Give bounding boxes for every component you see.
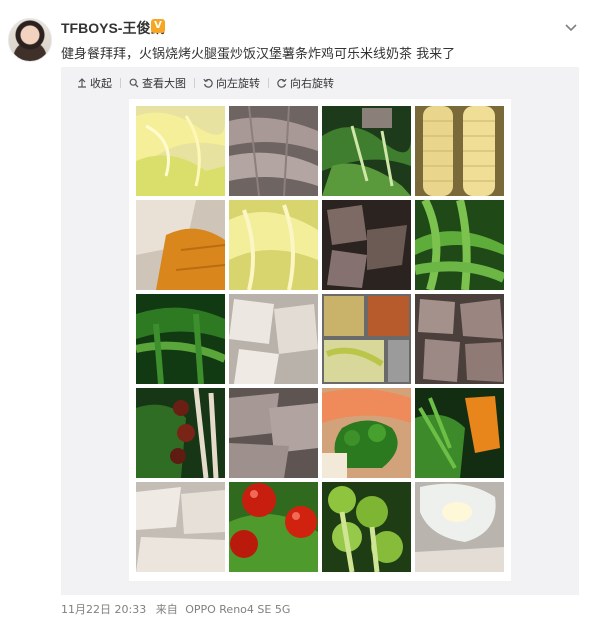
source-device[interactable]: OPPO Reno4 SE 5G — [185, 603, 290, 616]
weibo-post-card: TFBOYS-王俊凯 V 健身餐拜拜，火锅烧烤火腿蛋炒饭汉堡薯条炸鸡可乐米线奶茶… — [0, 0, 600, 629]
rotate-right-button[interactable]: 向右旋转 — [277, 75, 334, 91]
source-prefix: 来自 — [155, 603, 178, 616]
photo-tile — [322, 294, 411, 384]
rotate-right-icon — [277, 78, 287, 88]
avatar[interactable] — [8, 18, 52, 62]
view-full-image-button[interactable]: 查看大图 — [129, 75, 186, 91]
media-expanded-panel: 收起 查看大图 向左旋转 向右旋转 — [61, 67, 579, 595]
photo-tile — [415, 294, 504, 384]
photo-tile — [415, 388, 504, 478]
collapse-label: 收起 — [90, 77, 112, 90]
photo-tile — [229, 294, 318, 384]
photo-tile — [415, 200, 504, 290]
toolbar-divider — [194, 78, 195, 88]
photo-tile — [322, 106, 411, 196]
rotate-left-icon — [203, 78, 213, 88]
post-meta: 11月22日 20:33 来自 OPPO Reno4 SE 5G — [61, 601, 290, 617]
photo-collage[interactable] — [129, 99, 511, 581]
magnifier-icon — [129, 78, 139, 88]
toolbar-divider — [268, 78, 269, 88]
photo-tile — [136, 294, 225, 384]
post-text: 健身餐拜拜，火锅烧烤火腿蛋炒饭汉堡薯条炸鸡可乐米线奶茶 我来了 — [61, 47, 456, 62]
photo-tile — [136, 106, 225, 196]
photo-tile — [229, 482, 318, 572]
photo-tile — [229, 106, 318, 196]
photo-tile — [136, 200, 225, 290]
photo-tile — [229, 388, 318, 478]
view-full-image-label: 查看大图 — [142, 77, 186, 90]
photo-tile — [136, 482, 225, 572]
photo-tile — [415, 482, 504, 572]
photo-tile — [322, 200, 411, 290]
verified-badge-icon: V — [151, 19, 165, 33]
rotate-left-button[interactable]: 向左旋转 — [203, 75, 260, 91]
food-photo-grid — [136, 106, 504, 572]
media-toolbar: 收起 查看大图 向左旋转 向右旋转 — [77, 76, 334, 90]
chevron-down-icon[interactable] — [564, 20, 578, 34]
photo-tile — [136, 388, 225, 478]
arrow-up-icon — [78, 78, 86, 88]
collapse-button[interactable]: 收起 — [77, 75, 112, 91]
photo-tile — [322, 482, 411, 572]
photo-tile — [229, 200, 318, 290]
username[interactable]: TFBOYS-王俊凯 — [61, 18, 164, 38]
photo-tile — [415, 106, 504, 196]
timestamp[interactable]: 11月22日 20:33 — [61, 603, 146, 616]
photo-tile — [322, 388, 411, 478]
rotate-right-label: 向右旋转 — [290, 77, 334, 90]
rotate-left-label: 向左旋转 — [216, 77, 260, 90]
toolbar-divider — [120, 78, 121, 88]
